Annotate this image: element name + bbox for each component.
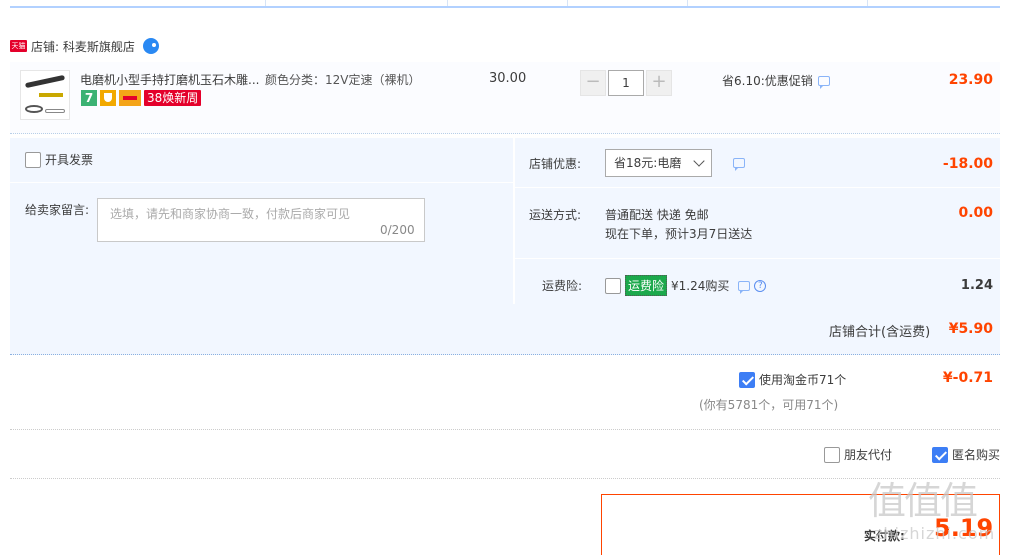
grinder-image-part xyxy=(39,93,63,97)
guarantee-shield-icon[interactable] xyxy=(100,90,116,106)
friend-pay-checkbox[interactable] xyxy=(824,446,840,463)
credit-card-icon[interactable] xyxy=(119,90,141,106)
friend-pay-option[interactable]: 朋友代付 xyxy=(824,446,892,463)
watermark-logo: 值值值 zhizhizhi.com xyxy=(868,470,1008,555)
insurance-label: 运费险: xyxy=(542,279,583,293)
product-badges: 7 38焕新周 xyxy=(81,90,202,106)
insurance-price: ¥1.24购买 xyxy=(671,279,730,293)
shop-name-link[interactable]: 店铺: 科麦斯旗舰店 xyxy=(31,38,135,55)
header-separator xyxy=(687,0,688,6)
watermark-text: 值值值 xyxy=(868,479,978,523)
grinder-image-part xyxy=(24,74,66,89)
shop-total-label: 店铺合计(含运费) xyxy=(829,325,931,340)
seven-day-return-icon[interactable]: 7 xyxy=(81,90,97,106)
shipping-value: 0.00 xyxy=(958,205,993,221)
shop-discount-value: -18.00 xyxy=(942,156,993,172)
question-icon[interactable]: ? xyxy=(754,279,767,292)
coin-checkbox[interactable] xyxy=(739,371,755,388)
tmall-logo-icon: 天猫 xyxy=(10,40,27,52)
insurance-option: 运费险 ¥1.24购买 ? xyxy=(605,275,767,296)
invoice-label: 开具发票 xyxy=(45,153,94,167)
grinder-image-part xyxy=(45,109,65,113)
promotion-text: 省6.10:优惠促销 xyxy=(722,74,813,88)
invoice-checkbox[interactable] xyxy=(25,151,41,168)
divider xyxy=(513,138,515,304)
shipping-label: 运送方式: xyxy=(529,208,582,222)
chevron-down-icon xyxy=(693,155,705,167)
insurance-badge: 运费险 xyxy=(625,275,668,296)
anonymous-label: 匿名购买 xyxy=(952,448,1001,462)
shop-total-value: ¥5.90 xyxy=(948,321,993,337)
insurance-value: 1.24 xyxy=(960,278,993,293)
coin-balance: (你有5781个，可用71个) xyxy=(699,398,839,412)
shipping-method: 普通配送 快递 免邮 xyxy=(605,208,709,222)
message-char-count: 0/200 xyxy=(380,223,415,237)
coin-discount-value: ¥-0.71 xyxy=(942,370,993,386)
header-separator xyxy=(567,0,568,6)
invoice-option[interactable]: 开具发票 xyxy=(25,151,93,168)
header-separator xyxy=(265,0,266,6)
shop-discount-select[interactable]: 省18元:电磨 xyxy=(605,149,712,177)
quantity-decrease-button[interactable]: − xyxy=(580,70,606,96)
quantity-increase-button[interactable]: + xyxy=(646,70,672,96)
quantity-input[interactable]: 1 xyxy=(608,70,644,96)
grinder-image-part xyxy=(25,105,43,113)
divider xyxy=(10,182,513,183)
item-promotion: 省6.10:优惠促销 xyxy=(722,72,830,89)
coin-label: 使用淘金币71个 xyxy=(759,373,847,387)
discount-info-icon[interactable] xyxy=(733,158,745,171)
divider xyxy=(10,478,1000,479)
promotion-info-icon[interactable] xyxy=(817,75,830,89)
insurance-checkbox[interactable] xyxy=(605,277,621,294)
header-separator xyxy=(447,0,448,6)
seller-message-label: 给卖家留言: xyxy=(25,203,90,217)
watermark-url: zhizhizhi.com xyxy=(874,524,996,543)
sku-info: 颜色分类：12V定速（裸机） xyxy=(265,73,421,87)
shipping-eta: 现在下单，预计3月7日送达 xyxy=(605,227,753,241)
friend-pay-label: 朋友代付 xyxy=(844,448,893,462)
shop-discount-selected: 省18元:电磨 xyxy=(614,156,682,170)
header-separator xyxy=(867,0,868,6)
shop-row: 天猫 店铺: 科麦斯旗舰店 xyxy=(10,36,159,56)
quantity-stepper: − 1 + xyxy=(580,70,672,96)
product-title-link[interactable]: 电磨机小型手持打磨机玉石木雕... xyxy=(80,71,259,88)
insurance-chat-icon[interactable] xyxy=(738,280,751,294)
divider xyxy=(515,258,1000,259)
promo-38-badge[interactable]: 38焕新周 xyxy=(144,90,202,106)
anonymous-option[interactable]: 匿名购买 xyxy=(932,446,1000,463)
divider xyxy=(10,429,1000,430)
shop-discount-label: 店铺优惠: xyxy=(529,157,582,171)
seller-message-placeholder: 选填，请先和商家协商一致，付款后商家可见 xyxy=(110,207,351,221)
item-subtotal: 23.90 xyxy=(948,72,993,88)
divider xyxy=(515,187,1000,188)
unit-price: 30.00 xyxy=(489,71,527,86)
coin-option[interactable]: 使用淘金币71个 xyxy=(739,371,846,388)
column-header-bar xyxy=(10,0,1000,8)
anonymous-checkbox[interactable] xyxy=(932,446,948,463)
wangwang-chat-icon[interactable] xyxy=(142,38,159,54)
product-thumbnail[interactable] xyxy=(20,70,70,120)
